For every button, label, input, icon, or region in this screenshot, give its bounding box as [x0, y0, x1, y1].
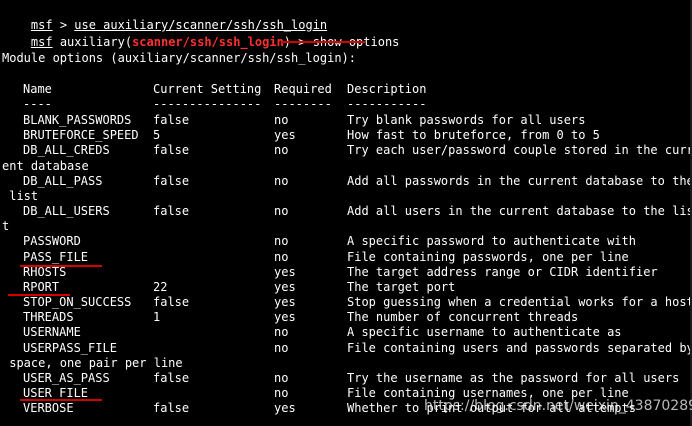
option-required: no — [274, 386, 289, 400]
option-description: The target port — [347, 280, 456, 294]
option-name: PASS_FILE — [23, 250, 89, 264]
option-required: yes — [274, 280, 296, 294]
option-description: Stop guessing when a credential works fo… — [347, 295, 692, 309]
option-name: BRUTEFORCE_SPEED — [23, 128, 139, 142]
option-name: RHOSTS — [23, 265, 67, 279]
option-name: BLANK_PASSWORDS — [23, 113, 132, 127]
option-description: A specific username to authenticate as — [347, 325, 622, 339]
command-underline-annotation — [281, 41, 365, 43]
option-required: yes — [274, 310, 296, 324]
option-current-setting: false — [153, 371, 190, 385]
option-name: THREADS — [23, 310, 74, 324]
option-description: A specific password to authenticate with — [347, 234, 636, 248]
option-name: USERNAME — [23, 325, 81, 339]
wrapped-description-text: space, one pair per line — [2, 356, 183, 370]
column-header-current-setting: Current Setting — [153, 82, 262, 96]
option-required: yes — [274, 265, 296, 279]
option-required: no — [274, 234, 289, 248]
option-description: Try blank passwords for all users — [347, 113, 586, 127]
wrapped-description-text: list — [2, 189, 39, 203]
option-required: no — [274, 341, 289, 355]
wrapped-description-text: ent database — [2, 159, 89, 173]
pass-file-underline-annotation — [20, 265, 102, 267]
option-name: PASSWORD — [23, 234, 81, 248]
column-header-required: Required — [274, 82, 332, 96]
option-name: STOP_ON_SUCCESS — [23, 295, 132, 309]
option-current-setting: false — [153, 143, 190, 157]
option-name: VERBOSE — [23, 401, 74, 415]
option-name: DB_ALL_PASS — [23, 174, 103, 188]
option-name: USER_AS_PASS — [23, 371, 110, 385]
module-name: scanner/ssh/ssh_login — [132, 35, 284, 49]
option-name: RPORT — [23, 280, 60, 294]
option-description: The target address range or CIDR identif… — [347, 265, 658, 279]
option-required: no — [274, 204, 289, 218]
option-description: File containing passwords, one per line — [347, 250, 629, 264]
user-file-underline-annotation — [20, 399, 102, 401]
option-required: yes — [274, 128, 296, 142]
option-required: no — [274, 250, 289, 264]
option-current-setting: false — [153, 295, 190, 309]
option-description: Add all users in the current database to… — [347, 204, 692, 218]
column-header-name: Name — [23, 82, 52, 96]
option-current-setting: 5 — [153, 128, 161, 142]
column-rule-description: ----------- — [347, 97, 427, 111]
prompt-line-1: msf > use auxiliary/scanner/ssh/ssh_logi… — [2, 3, 327, 32]
terminal-window[interactable]: msf > use auxiliary/scanner/ssh/ssh_logi… — [0, 0, 692, 426]
prompt-line-2: msf auxiliary(scanner/ssh/ssh_login) > s… — [2, 20, 400, 49]
option-name: DB_ALL_USERS — [23, 204, 110, 218]
column-rule-required: -------- — [274, 97, 332, 111]
wrapped-description-text: t — [2, 219, 10, 233]
option-current-setting: false — [153, 204, 190, 218]
prompt-name: msf — [30, 35, 53, 49]
option-required: no — [274, 113, 289, 127]
option-description: Try the username as the password for all… — [347, 371, 680, 385]
option-description: The number of concurrent threads — [347, 310, 579, 324]
option-current-setting: false — [153, 174, 190, 188]
option-required: no — [274, 371, 289, 385]
option-current-setting: 1 — [153, 310, 161, 324]
option-name: USERPASS_FILE — [23, 341, 117, 355]
option-description: How fast to bruteforce, from 0 to 5 — [347, 128, 600, 142]
column-rule-name: ---- — [23, 97, 52, 111]
option-current-setting: 22 — [153, 280, 168, 294]
option-required: no — [274, 143, 289, 157]
option-description: Try each user/password couple stored in … — [347, 143, 692, 157]
module-options-heading: Module options (auxiliary/scanner/ssh/ss… — [2, 51, 357, 65]
option-required: no — [274, 174, 289, 188]
option-required: yes — [274, 295, 296, 309]
column-header-description: Description — [347, 82, 427, 96]
option-description: Add all passwords in the current databas… — [347, 174, 692, 188]
rport-underline-annotation — [8, 294, 70, 296]
option-name: DB_ALL_CREDS — [23, 143, 110, 157]
column-rule-current-setting: --------------- — [153, 97, 262, 111]
option-current-setting: false — [153, 401, 190, 415]
option-required: no — [274, 325, 289, 339]
option-description: File containing users and passwords sepa… — [347, 341, 692, 355]
watermark-text: https://blog.csdn.net/weixin_43870289 — [424, 398, 692, 414]
module-prefix: auxiliary( — [52, 35, 133, 49]
option-required: yes — [274, 401, 296, 415]
option-current-setting: false — [153, 113, 190, 127]
